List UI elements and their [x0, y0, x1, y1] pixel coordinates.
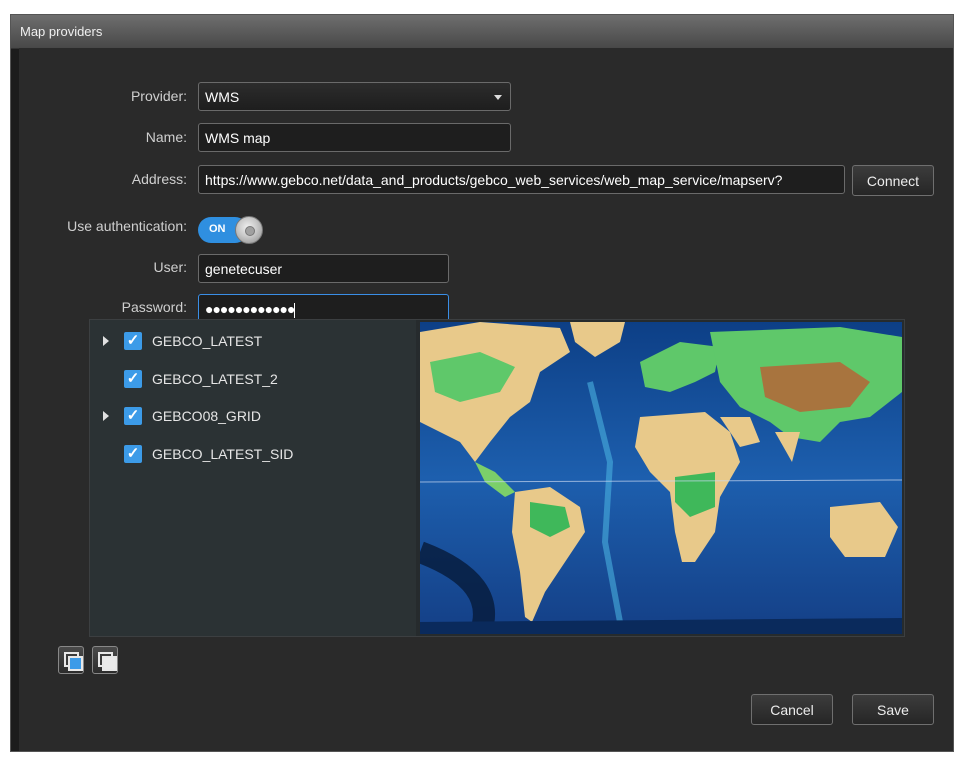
address-input[interactable]: https://www.gebco.net/data_and_products/… — [198, 165, 845, 194]
layer-tree: ✓ GEBCO_LATEST ✓ GEBCO_LATEST_2 ✓ GEBCO0… — [90, 320, 416, 636]
provider-select[interactable]: WMS — [198, 82, 511, 111]
layer-label: GEBCO_LATEST_SID — [152, 446, 294, 462]
select-all-front — [68, 656, 83, 671]
layer-item[interactable]: ✓ GEBCO_LATEST_2 — [90, 366, 410, 394]
map-providers-dialog: Map providers Provider: WMS Name: WMS ma… — [10, 14, 954, 752]
toggle-state-label: ON — [209, 223, 226, 235]
layer-item[interactable]: ✓ GEBCO_LATEST — [90, 328, 410, 356]
check-icon[interactable]: ✓ — [124, 445, 142, 463]
address-label: Address: — [131, 171, 187, 187]
use-authentication-label: Use authentication: — [67, 218, 187, 234]
connect-button[interactable]: Connect — [852, 165, 934, 196]
map-preview — [420, 322, 902, 634]
layer-item[interactable]: ✓ GEBCO_LATEST_SID — [90, 441, 410, 469]
dialog-title: Map providers — [20, 24, 103, 39]
deselect-all-icon[interactable] — [92, 646, 118, 674]
expand-arrow-icon[interactable] — [103, 336, 109, 346]
provider-value: WMS — [205, 89, 240, 105]
user-label: User: — [153, 259, 187, 275]
name-input[interactable]: WMS map — [198, 123, 511, 152]
use-authentication-toggle[interactable]: ON — [198, 216, 264, 244]
check-icon[interactable]: ✓ — [124, 332, 142, 350]
user-input[interactable]: genetecuser — [198, 254, 449, 283]
deselect-all-front — [102, 656, 117, 671]
layer-label: GEBCO_LATEST_2 — [152, 371, 278, 387]
dialog-content: Provider: WMS Name: WMS map Address: htt… — [19, 48, 953, 751]
expand-arrow-icon[interactable] — [103, 411, 109, 421]
provider-label: Provider: — [130, 88, 187, 104]
check-icon[interactable]: ✓ — [124, 370, 142, 388]
cancel-button[interactable]: Cancel — [751, 694, 833, 725]
name-label: Name: — [145, 129, 187, 145]
password-label: Password: — [121, 299, 187, 315]
title-bar: Map providers — [11, 15, 953, 49]
layer-label: GEBCO08_GRID — [152, 408, 261, 424]
layer-item[interactable]: ✓ GEBCO08_GRID — [90, 403, 410, 431]
check-icon[interactable]: ✓ — [124, 407, 142, 425]
select-all-icon[interactable] — [58, 646, 84, 674]
layer-label: GEBCO_LATEST — [152, 333, 263, 349]
password-value: ●●●●●●●●●●●● — [205, 301, 295, 317]
toggle-knob — [235, 216, 263, 244]
save-button[interactable]: Save — [852, 694, 934, 725]
chevron-down-icon — [494, 95, 502, 100]
layers-panel: ✓ GEBCO_LATEST ✓ GEBCO_LATEST_2 ✓ GEBCO0… — [89, 319, 905, 637]
text-caret — [294, 302, 296, 318]
